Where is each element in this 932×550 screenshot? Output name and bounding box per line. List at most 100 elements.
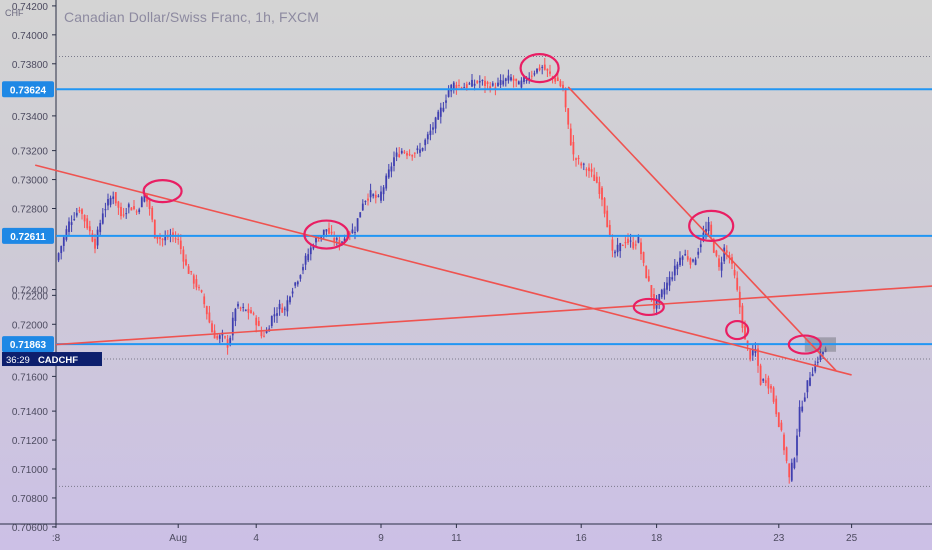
candle-body: [772, 387, 775, 402]
candle-body: [182, 249, 185, 262]
candle-body: [640, 242, 642, 255]
candle-body: [762, 379, 765, 381]
candle-body: [554, 77, 557, 82]
candle-body: [60, 246, 63, 254]
candle-body: [161, 238, 164, 241]
candle-body: [510, 77, 512, 81]
candle-body: [148, 200, 151, 209]
candle-body: [666, 282, 668, 290]
candle-body: [367, 198, 369, 201]
candle-body: [707, 221, 710, 231]
candle-body: [122, 214, 125, 216]
candle-body: [177, 238, 180, 240]
candle-body: [473, 83, 476, 86]
candle-body: [88, 226, 91, 232]
candle-body: [603, 198, 606, 214]
candle-body: [801, 406, 804, 412]
candle-body: [637, 236, 640, 243]
candle-body: [764, 380, 767, 384]
candle-body: [686, 256, 689, 260]
candle-body: [507, 75, 510, 81]
candle-body: [208, 312, 211, 323]
candle-body: [203, 296, 206, 305]
y-tick-label: 0.73800: [12, 60, 49, 71]
candle-body: [356, 218, 359, 231]
candle-body: [478, 81, 481, 83]
candle-body: [185, 259, 187, 266]
candle-body: [484, 80, 486, 86]
x-tick-label: 11: [451, 533, 462, 544]
candle-body: [68, 221, 70, 232]
candle-body: [291, 291, 294, 294]
candle-body: [759, 365, 762, 385]
candle-body: [699, 244, 702, 248]
candle-body: [512, 78, 515, 81]
level-price-label: 0.72611: [10, 232, 46, 243]
candle-body: [299, 275, 302, 279]
candle-body: [424, 139, 427, 146]
candle-body: [710, 224, 713, 236]
candle-body: [811, 373, 814, 377]
candle-body: [359, 212, 362, 218]
candle-body: [328, 227, 330, 234]
candle-body: [577, 157, 580, 159]
candle-body: [335, 238, 338, 240]
candle-body: [257, 320, 260, 326]
x-tick-label: 25: [846, 533, 858, 544]
y-tick-label: 0.72800: [12, 205, 49, 216]
candle-body: [538, 67, 541, 71]
candle-body: [471, 79, 473, 87]
candle-body: [559, 80, 562, 87]
candle-body: [517, 81, 520, 85]
x-tick-label: 23: [773, 533, 785, 544]
candle-body: [200, 290, 203, 292]
candle-body: [806, 380, 809, 393]
y-tick-label: 0.70600: [12, 523, 49, 534]
x-tick-label: 18: [651, 533, 663, 544]
candle-body: [798, 406, 801, 432]
candle-body: [788, 463, 791, 478]
price-chart[interactable]: 0.742000.740000.738000.734000.732000.730…: [0, 0, 932, 550]
candle-body: [619, 243, 622, 252]
candle-body: [361, 203, 364, 211]
candle-body: [325, 229, 328, 232]
candle-body: [364, 200, 367, 202]
candle-body: [374, 194, 377, 198]
candle-body: [694, 259, 697, 265]
candle-body: [255, 317, 258, 326]
candle-body: [385, 175, 388, 189]
candle-body: [237, 303, 239, 307]
candle-body: [676, 264, 679, 270]
candle-body: [413, 152, 416, 154]
candle-body: [809, 377, 811, 386]
candle-body: [525, 80, 528, 82]
level-price-label: 0.73624: [10, 85, 47, 96]
candle-body: [770, 385, 772, 389]
symbol-label: CADCHF: [38, 355, 78, 366]
candle-body: [70, 222, 73, 225]
candle-body: [307, 254, 310, 261]
candle-body: [130, 207, 133, 211]
candle-body: [689, 258, 692, 265]
candle-body: [273, 314, 276, 317]
candle-body: [634, 244, 637, 246]
candle-body: [304, 255, 307, 265]
candle-body: [593, 174, 596, 181]
candle-body: [419, 149, 421, 153]
trend-line[interactable]: [567, 86, 837, 372]
candle-body: [588, 167, 590, 172]
y-tick-label: 0.71600: [12, 372, 49, 383]
countdown-label: 36:29: [6, 355, 30, 366]
candle-body: [62, 237, 65, 246]
candle-body: [616, 244, 619, 253]
candle-body: [395, 152, 398, 157]
annotation-ellipse[interactable]: [142, 179, 183, 204]
candle-body: [109, 197, 112, 205]
candle-body: [569, 128, 572, 146]
candle-body: [151, 207, 154, 220]
candle-body: [504, 78, 507, 81]
candles: [57, 57, 827, 484]
candle-body: [216, 336, 219, 339]
candle-body: [793, 458, 796, 469]
chart-area[interactable]: 0.74200 0.74000 0.73800 0.73400 0.73200 0.730…: [0, 0, 932, 550]
